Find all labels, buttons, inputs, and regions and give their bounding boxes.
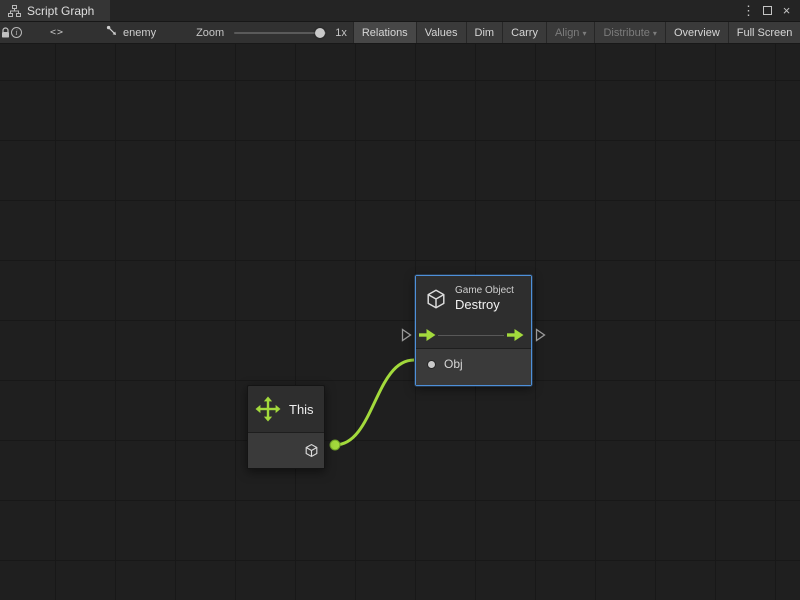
game-object-cube-icon: [425, 288, 447, 310]
maximize-icon[interactable]: [759, 2, 776, 19]
destroy-node-body: Obj: [416, 349, 531, 385]
fullscreen-button[interactable]: Full Screen: [728, 22, 800, 43]
align-label: Align: [555, 27, 579, 39]
code-view-icon[interactable]: <>: [50, 22, 64, 43]
align-dropdown[interactable]: Align▾: [546, 22, 594, 43]
dim-label: Dim: [475, 27, 495, 39]
values-label: Values: [425, 27, 458, 39]
dim-button[interactable]: Dim: [466, 22, 503, 43]
this-output-cube-icon: [304, 443, 319, 458]
relations-button[interactable]: Relations: [353, 22, 416, 43]
kebab-menu-icon[interactable]: ⋮: [740, 2, 757, 19]
info-glyph: i: [11, 27, 22, 38]
flow-input-port-triangle[interactable]: [401, 328, 412, 342]
chevron-down-icon: ▾: [582, 29, 586, 38]
connection-wire[interactable]: [335, 360, 414, 445]
chevron-down-icon: ▾: [653, 29, 657, 38]
overview-label: Overview: [674, 27, 720, 39]
zoom-label: Zoom: [196, 27, 224, 39]
fullscreen-label: Full Screen: [737, 27, 793, 39]
graph-asset-reference[interactable]: enemy: [106, 22, 156, 43]
overview-button[interactable]: Overview: [665, 22, 728, 43]
zoom-slider-track[interactable]: [234, 32, 326, 34]
obj-port-label: Obj: [444, 357, 463, 371]
titlebar: Script Graph ⋮ ×: [0, 0, 800, 22]
destroy-node-header: Game Object Destroy: [416, 276, 531, 322]
zoom-slider[interactable]: [234, 22, 326, 43]
info-icon[interactable]: i: [11, 22, 22, 43]
window-tab-title: Script Graph: [27, 4, 94, 18]
connection-start-dot[interactable]: [330, 440, 340, 450]
carry-label: Carry: [511, 27, 538, 39]
code-glyph: <>: [50, 27, 64, 38]
graph-canvas[interactable]: Game Object Destroy Obj: [0, 44, 800, 600]
lock-icon[interactable]: [0, 22, 11, 43]
obj-port-dot[interactable]: [428, 361, 435, 368]
connection-layer: [0, 44, 800, 600]
this-move-icon: [255, 396, 281, 422]
zoom-control: Zoom 1x: [196, 22, 353, 43]
flow-output-port-triangle[interactable]: [535, 328, 546, 342]
zoom-slider-knob[interactable]: [315, 28, 325, 38]
flow-input-arrow-icon[interactable]: [419, 329, 436, 342]
relation-line: [438, 335, 504, 336]
distribute-dropdown[interactable]: Distribute ▾: [594, 22, 664, 43]
flow-row: [416, 322, 531, 348]
zoom-value: 1x: [335, 27, 347, 39]
this-node-output-row[interactable]: [248, 432, 324, 468]
node-type-label: Game Object: [455, 285, 514, 298]
script-graph-icon: [8, 5, 21, 17]
carry-button[interactable]: Carry: [502, 22, 546, 43]
relations-label: Relations: [362, 27, 408, 39]
script-graph-window: Script Graph ⋮ × i <>: [0, 0, 800, 600]
graph-name-label: enemy: [123, 27, 156, 39]
this-node-title: This: [289, 402, 314, 417]
destroy-node-titles: Game Object Destroy: [455, 285, 514, 314]
this-node-header: This: [248, 386, 324, 432]
maximize-box: [763, 6, 772, 15]
tab-script-graph[interactable]: Script Graph: [0, 0, 110, 21]
flow-output-arrow-icon[interactable]: [507, 329, 524, 342]
graph-asset-icon: [106, 25, 118, 40]
node-this[interactable]: This: [247, 385, 325, 469]
toolbar-buttons: Relations Values Dim Carry Align▾ Distri…: [353, 22, 800, 43]
close-icon[interactable]: ×: [778, 2, 795, 19]
node-title-label: Destroy: [455, 297, 514, 313]
node-destroy[interactable]: Game Object Destroy Obj: [415, 275, 532, 386]
window-controls: ⋮ ×: [740, 0, 800, 21]
distribute-label: Distribute: [603, 27, 649, 39]
obj-input-row[interactable]: Obj: [416, 349, 531, 379]
graph-toolbar: i <> enemy Zoom 1x Relations: [0, 22, 800, 44]
values-button[interactable]: Values: [416, 22, 466, 43]
